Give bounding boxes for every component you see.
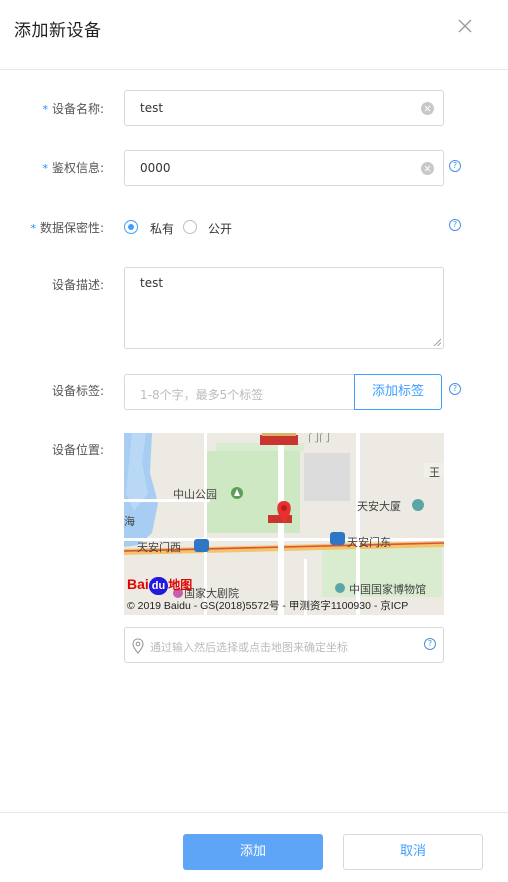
description-label: 设备描述: <box>51 278 104 292</box>
baidu-logo: Bai du 地图 <box>127 573 192 596</box>
map-label-gate: 门门 <box>308 433 330 444</box>
privacy-label: * 数据保密性: <box>30 221 104 235</box>
radio-private-label: 私有 <box>150 222 175 236</box>
add-tag-button[interactable]: 添加标签 <box>354 374 442 410</box>
add-button[interactable]: 添加 <box>183 834 323 870</box>
location-label: 设备位置: <box>51 443 104 457</box>
required-mark: * <box>42 162 48 175</box>
name-label: * 设备名称: <box>42 102 104 116</box>
radio-private[interactable] <box>124 220 138 234</box>
location-pin-icon <box>132 638 144 654</box>
map-label-museum: 中国国家博物馆 <box>349 584 426 596</box>
help-icon[interactable]: ? <box>424 638 436 650</box>
tags-label: 设备标签: <box>51 384 104 398</box>
map-label-building: 天安大厦 <box>357 501 401 513</box>
auth-info-input[interactable]: 0000 <box>124 150 444 186</box>
help-icon[interactable]: ? <box>449 219 461 231</box>
map-label-wang: 王 <box>429 467 440 479</box>
tag-input-placeholder: 1-8个字，最多5个标签 <box>140 388 264 402</box>
dialog-footer: 添加 取消 <box>0 812 508 882</box>
map-label-park: 中山公园 <box>173 489 217 501</box>
close-icon[interactable] <box>456 17 474 35</box>
location-placeholder: 通过输入然后选择或点击地图来确定坐标 <box>150 641 348 654</box>
device-name-input[interactable]: test <box>124 90 444 126</box>
description-value: test <box>140 276 164 290</box>
description-textarea[interactable]: test <box>124 267 444 349</box>
radio-public[interactable] <box>183 220 197 234</box>
radio-public-label: 公开 <box>208 222 233 236</box>
help-icon[interactable]: ? <box>449 160 461 172</box>
map-label-hai: 海 <box>124 516 135 528</box>
map-copyright: © 2019 Baidu - GS(2018)5572号 - 甲测资字11009… <box>127 600 409 612</box>
required-mark: * <box>30 222 36 235</box>
dialog-header: 添加新设备 <box>0 0 508 70</box>
auth-info-value: 0000 <box>140 161 171 175</box>
map-label-west: 天安门西 <box>137 542 181 554</box>
help-icon[interactable]: ? <box>449 383 461 395</box>
clear-icon[interactable] <box>421 102 434 115</box>
location-search-input[interactable]: 通过输入然后选择或点击地图来确定坐标 ? <box>124 627 444 663</box>
tag-input[interactable]: 1-8个字，最多5个标签 <box>124 374 356 410</box>
dialog-title: 添加新设备 <box>14 21 102 41</box>
auth-label: * 鉴权信息: <box>42 161 104 175</box>
device-name-value: test <box>140 101 164 115</box>
required-mark: * <box>42 103 48 116</box>
clear-icon[interactable] <box>421 162 434 175</box>
resize-handle-icon[interactable] <box>433 338 441 346</box>
baidu-map[interactable]: 中山公园 天安大厦 天安门西 天安门东 国家大剧院 中国国家博物馆 海 王 门门… <box>124 433 444 615</box>
cancel-button[interactable]: 取消 <box>343 834 483 870</box>
map-label-east: 天安门东 <box>347 537 391 549</box>
